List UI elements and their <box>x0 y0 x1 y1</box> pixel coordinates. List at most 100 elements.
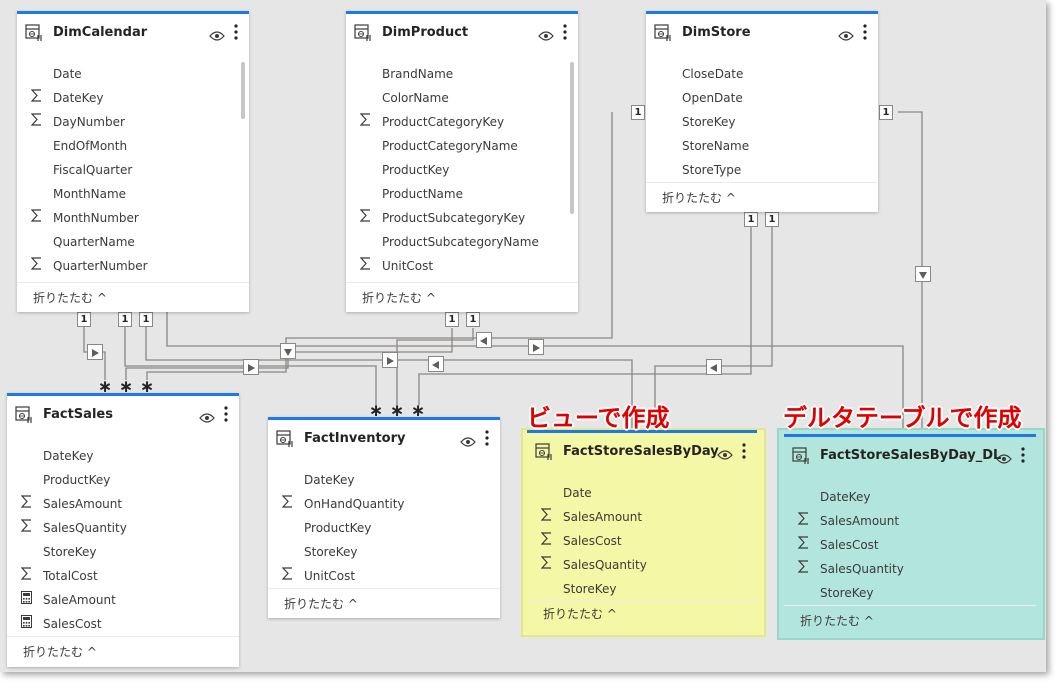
collapse-button[interactable]: 折りたたむ ^ <box>33 289 107 306</box>
field-row[interactable]: StoreKey <box>784 581 1036 605</box>
table-header[interactable]: DimCalendar <box>17 14 249 52</box>
field-row[interactable]: ProductKey <box>268 516 500 540</box>
field-row[interactable]: BrandName <box>346 62 578 86</box>
field-row[interactable]: ProductSubcategoryName <box>346 230 578 254</box>
field-name: EndOfMonth <box>53 139 128 153</box>
annotation-delta: デルタテーブルで作成 <box>783 404 1022 432</box>
filter-direction-right-icon <box>87 344 103 360</box>
more-options-icon[interactable] <box>233 23 239 41</box>
field-row[interactable]: Date <box>17 62 249 86</box>
table-card-factstoresalesbyday-dl[interactable]: FactStoreSalesByDay_DL DateKey SalesAmount… <box>784 434 1036 635</box>
eye-icon[interactable] <box>717 446 733 460</box>
field-row[interactable]: Date <box>527 481 757 505</box>
field-name: DateKey <box>43 449 94 463</box>
table-header[interactable]: FactStoreSalesByDay <box>527 433 757 471</box>
more-options-icon[interactable] <box>562 23 568 41</box>
field-name: DateKey <box>304 473 355 487</box>
field-row[interactable]: SalesCost <box>527 529 757 553</box>
table-card-factstoresalesbyday[interactable]: FactStoreSalesByDay Date SalesAmount SalesC… <box>527 430 757 631</box>
more-options-icon[interactable] <box>741 442 747 460</box>
field-row[interactable]: SalesCost <box>7 612 239 636</box>
table-card-factsales[interactable]: FactSales DateKey ProductKey SalesAmount Sal… <box>7 393 239 667</box>
field-name: StoreName <box>682 139 750 153</box>
field-row[interactable]: ProductKey <box>7 468 239 492</box>
field-row[interactable]: ProductCategoryKey <box>346 110 578 134</box>
eye-icon[interactable] <box>209 27 225 41</box>
table-card-dimstore[interactable]: DimStore CloseDate OpenDate StoreKey StoreNa… <box>646 11 878 212</box>
field-row[interactable]: ProductName <box>346 182 578 206</box>
table-card-factinventory[interactable]: FactInventory DateKey OnHandQuantity Produc… <box>268 417 500 618</box>
field-row[interactable]: FiscalQuarter <box>17 158 249 182</box>
field-row[interactable]: DateKey <box>784 485 1036 509</box>
field-row[interactable]: UnitCost <box>346 254 578 278</box>
collapse-button[interactable]: 折りたたむ ^ <box>543 605 617 622</box>
table-icon <box>276 430 294 448</box>
field-row[interactable]: SalesQuantity <box>7 516 239 540</box>
field-row[interactable]: StoreKey <box>646 110 878 134</box>
sigma-icon <box>20 495 33 511</box>
more-options-icon[interactable] <box>484 429 490 447</box>
collapse-button[interactable]: 折りたたむ ^ <box>284 595 358 612</box>
eye-icon[interactable] <box>838 27 854 41</box>
field-row[interactable]: TotalCost <box>7 564 239 588</box>
field-name: BrandName <box>382 67 454 81</box>
collapse-button[interactable]: 折りたたむ ^ <box>362 289 436 306</box>
field-row[interactable]: QuarterNumber <box>17 254 249 278</box>
field-row[interactable]: DayNumber <box>17 110 249 134</box>
field-row[interactable]: StoreKey <box>527 577 757 601</box>
table-title: DimCalendar <box>53 25 148 40</box>
field-row[interactable]: DateKey <box>7 444 239 468</box>
eye-icon[interactable] <box>199 409 215 423</box>
more-options-icon[interactable] <box>862 23 868 41</box>
field-name: DayNumber <box>53 115 125 129</box>
eye-icon[interactable] <box>996 450 1012 464</box>
table-header[interactable]: DimProduct <box>346 14 578 52</box>
more-options-icon[interactable] <box>223 405 229 423</box>
field-row[interactable]: SalesAmount <box>527 505 757 529</box>
table-card-dimcalendar[interactable]: DimCalendar Date DateKey DayNumber EndOfMont… <box>17 11 249 312</box>
field-row[interactable]: SalesQuantity <box>527 553 757 577</box>
table-header[interactable]: FactInventory <box>268 420 500 458</box>
field-row[interactable]: DateKey <box>17 86 249 110</box>
field-row[interactable]: ProductCategoryName <box>346 134 578 158</box>
field-row[interactable]: UnitCost <box>268 564 500 588</box>
field-row[interactable]: DateKey <box>268 468 500 492</box>
table-card-dimproduct[interactable]: DimProduct BrandName ColorName ProductCateg… <box>346 11 578 312</box>
field-row[interactable]: MonthNumber <box>17 206 249 230</box>
scrollbar[interactable] <box>570 62 574 214</box>
field-row[interactable]: ProductSubcategoryKey <box>346 206 578 230</box>
field-row[interactable]: OpenDate <box>646 86 878 110</box>
field-row[interactable]: StoreKey <box>268 540 500 564</box>
table-header[interactable]: FactSales <box>7 396 239 434</box>
field-row[interactable]: ProductKey <box>346 158 578 182</box>
scrollbar[interactable] <box>241 62 245 119</box>
table-header[interactable]: FactStoreSalesByDay_DL <box>784 437 1036 475</box>
eye-icon[interactable] <box>460 433 476 447</box>
field-row[interactable]: QuarterName <box>17 230 249 254</box>
field-row[interactable]: StoreKey <box>7 540 239 564</box>
field-row[interactable]: MonthName <box>17 182 249 206</box>
field-row[interactable]: SalesQuantity <box>784 557 1036 581</box>
more-options-icon[interactable] <box>1020 446 1026 464</box>
field-row[interactable]: SalesCost <box>784 533 1036 557</box>
table-header[interactable]: DimStore <box>646 14 878 52</box>
field-row[interactable]: SalesAmount <box>7 492 239 516</box>
eye-icon[interactable] <box>538 27 554 41</box>
field-row[interactable]: OnHandQuantity <box>268 492 500 516</box>
field-row[interactable]: CloseDate <box>646 62 878 86</box>
sigma-icon <box>540 532 553 548</box>
model-canvas[interactable]: 1 1 1 1 1 1 1 1 1 ∗ ∗ ∗ ∗ ∗ ∗ DimCalenda… <box>0 0 1046 672</box>
field-row[interactable]: StoreType <box>646 158 878 182</box>
field-name: FiscalQuarter <box>53 163 133 177</box>
field-row[interactable]: StoreName <box>646 134 878 158</box>
relationship-line <box>654 226 773 430</box>
collapse-button[interactable]: 折りたたむ ^ <box>800 612 874 629</box>
collapse-button[interactable]: 折りたたむ ^ <box>23 643 97 660</box>
field-row[interactable]: ColorName <box>346 86 578 110</box>
field-row[interactable]: SaleAmount <box>7 588 239 612</box>
collapse-button[interactable]: 折りたたむ ^ <box>662 189 736 206</box>
field-name: MonthName <box>53 187 127 201</box>
field-row[interactable]: SalesAmount <box>784 509 1036 533</box>
field-row[interactable]: EndOfMonth <box>17 134 249 158</box>
table-title: FactInventory <box>304 431 406 446</box>
